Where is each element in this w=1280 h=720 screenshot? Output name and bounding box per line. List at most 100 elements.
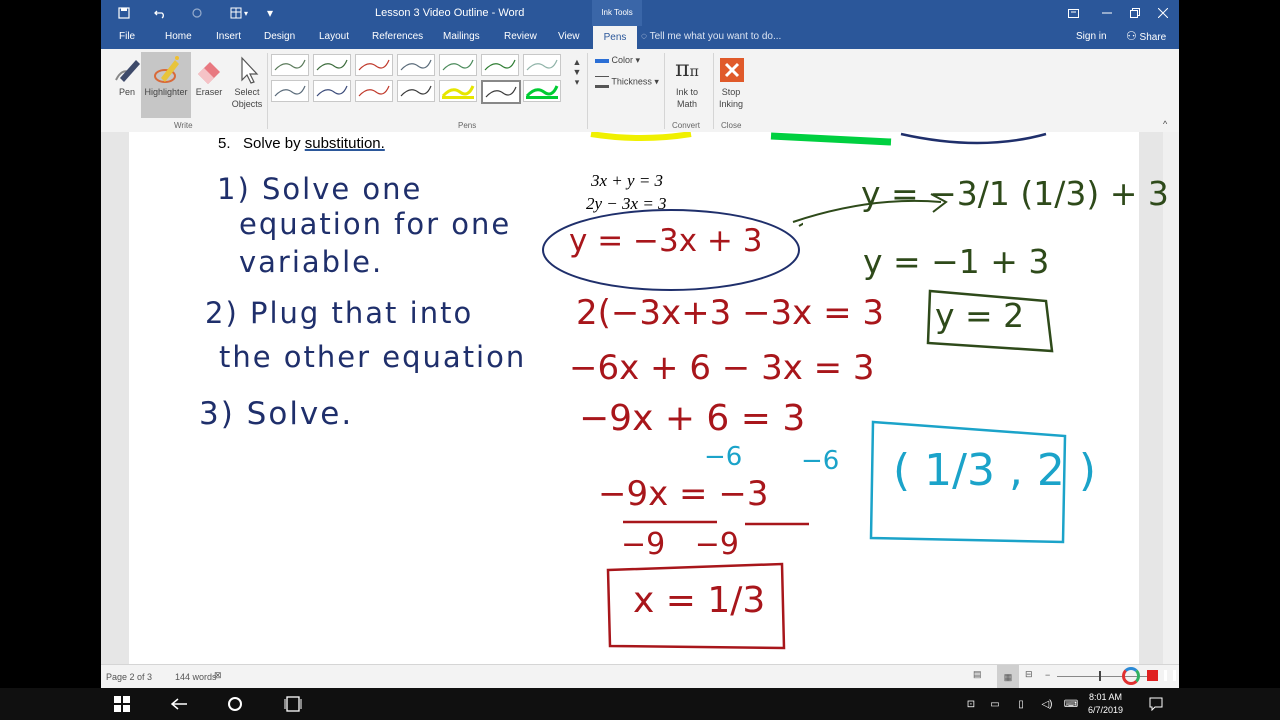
- zoom-out-icon[interactable]: −: [1045, 670, 1050, 680]
- share-button[interactable]: ⚇ Share: [1126, 29, 1166, 43]
- windows-taskbar: ⊡ ▭ ▯ ◁) ⌨ 8:01 AM 6/7/2019: [0, 688, 1280, 720]
- web-layout-icon[interactable]: ⊟: [1025, 669, 1033, 680]
- page-count[interactable]: Page 2 of 3: [106, 672, 152, 682]
- divide-denominators: −9 −9: [621, 527, 739, 562]
- qat-customize-icon[interactable]: ▾: [261, 4, 279, 22]
- tab-view[interactable]: View: [558, 31, 580, 42]
- word-window: ▾ ▾ Lesson 3 Video Outline - Word Ink To…: [101, 0, 1179, 688]
- ribbon-display-icon[interactable]: [1057, 0, 1089, 26]
- keyboard-icon[interactable]: ⌨: [1058, 692, 1084, 716]
- tab-home[interactable]: Home: [165, 31, 192, 42]
- tab-design[interactable]: Design: [264, 31, 295, 42]
- ink-strokes-top: [590, 132, 1047, 146]
- redo-icon[interactable]: [188, 4, 206, 22]
- question-keyword: substitution.: [304, 135, 385, 152]
- gallery-more-icon[interactable]: ▲ ▼ ▾: [571, 57, 583, 103]
- close-icon[interactable]: [1147, 0, 1179, 26]
- ink-to-math-label-2: Math: [676, 99, 697, 109]
- tab-insert[interactable]: Insert: [216, 31, 241, 42]
- tablet-mode-icon[interactable]: ⊡: [958, 692, 984, 716]
- record-stop-icon[interactable]: [1147, 670, 1158, 681]
- system-clock[interactable]: 8:01 AM 6/7/2019: [1088, 691, 1123, 717]
- pen-stroke-icon: [526, 59, 558, 71]
- equation-1-text: 3x + y = 3: [591, 171, 664, 190]
- color-label: Color: [611, 55, 634, 65]
- close-group-label: Close: [721, 121, 742, 130]
- write-group-label: Write: [174, 121, 193, 130]
- pen-swatch[interactable]: [481, 54, 519, 76]
- pen-swatch[interactable]: [439, 54, 477, 76]
- solution-pair: ( 1/3 , 2 ): [893, 445, 1097, 496]
- task-view-icon[interactable]: [280, 692, 306, 716]
- thickness-button[interactable]: Thickness ▾: [595, 76, 659, 88]
- tab-review[interactable]: Review: [504, 31, 537, 42]
- share-label: Share: [1139, 32, 1167, 43]
- tab-references[interactable]: References: [372, 31, 423, 42]
- pen-swatch[interactable]: [313, 80, 351, 102]
- y-work-line-2: y = −1 + 3: [863, 242, 1050, 281]
- title-bar: ▾ ▾ Lesson 3 Video Outline - Word Ink To…: [101, 0, 1179, 26]
- table-icon[interactable]: ▾: [225, 4, 253, 22]
- pen-swatch[interactable]: [523, 80, 561, 102]
- read-mode-icon[interactable]: ▤: [973, 669, 982, 680]
- ribbon-separator: [587, 53, 588, 129]
- volume-icon[interactable]: ◁): [1034, 692, 1060, 716]
- ribbon-pens: Pen Highlighter Eraser Select Objects Wr…: [101, 49, 1179, 133]
- recorder-logo-icon[interactable]: [1122, 667, 1140, 685]
- stop-inking-label-2: Inking: [718, 99, 744, 109]
- tab-layout[interactable]: Layout: [319, 31, 349, 42]
- windows-start-icon[interactable]: [109, 692, 135, 716]
- pens-group-label: Pens: [458, 121, 477, 130]
- collapse-ribbon-icon[interactable]: ^: [1163, 119, 1167, 129]
- pen-swatch[interactable]: [271, 54, 309, 76]
- select-label-2: Objects: [231, 99, 263, 109]
- undo-icon[interactable]: [151, 4, 169, 22]
- color-button[interactable]: Color ▾: [595, 55, 640, 66]
- window-title: Lesson 3 Video Outline - Word: [375, 7, 525, 19]
- ink-to-math-button[interactable]: ππ Ink to Math: [663, 52, 711, 118]
- pen-swatch[interactable]: [313, 54, 351, 76]
- work-line-1: 2(−3x+3 −3x = 3: [576, 293, 885, 333]
- pen-swatch[interactable]: [355, 80, 393, 102]
- work-line-2: −6x + 6 − 3x = 3: [569, 348, 875, 388]
- tab-mailings[interactable]: Mailings: [443, 31, 480, 42]
- pen-stroke-icon: [485, 86, 517, 98]
- select-objects-button[interactable]: Select Objects: [223, 52, 271, 118]
- pen-swatch[interactable]: [271, 80, 309, 102]
- tab-file[interactable]: File: [119, 31, 135, 42]
- stop-inking-button[interactable]: Stop Inking: [707, 52, 755, 118]
- pen-swatch[interactable]: [397, 54, 435, 76]
- convert-group-label: Convert: [672, 121, 701, 130]
- word-count[interactable]: 144 words: [175, 672, 217, 682]
- pen-stroke-icon: [400, 85, 432, 97]
- save-icon[interactable]: [115, 4, 133, 22]
- pen-swatch[interactable]: [355, 54, 393, 76]
- tell-me-search[interactable]: ◌ Tell me what you want to do...: [641, 31, 781, 42]
- person-icon: ⚇: [1126, 29, 1137, 43]
- pen-swatch[interactable]: [439, 80, 477, 102]
- pen-stroke-icon: [274, 59, 306, 71]
- lightbulb-icon: ◌: [641, 31, 647, 42]
- pen-swatch[interactable]: [397, 80, 435, 102]
- step-1-line-1: 1) Solve one: [217, 172, 423, 206]
- sign-in-link[interactable]: Sign in: [1076, 31, 1107, 42]
- cortana-icon[interactable]: [222, 692, 248, 716]
- action-center-icon[interactable]: [1143, 692, 1169, 716]
- stop-inking-icon: [720, 58, 744, 82]
- tab-pens[interactable]: Pens: [593, 26, 637, 49]
- pen-stroke-icon: [442, 59, 474, 71]
- pen-stroke-icon: [316, 59, 348, 71]
- print-layout-icon[interactable]: ▦: [997, 665, 1019, 688]
- battery-icon[interactable]: ▯: [1008, 692, 1034, 716]
- highlighter-button[interactable]: Highlighter: [141, 52, 191, 118]
- network-icon[interactable]: ▭: [982, 692, 1008, 716]
- back-arrow-icon[interactable]: [166, 692, 192, 716]
- proofing-icon[interactable]: ⊠: [214, 670, 222, 681]
- record-pause-icon[interactable]: [1164, 670, 1176, 681]
- pen-swatch[interactable]: [523, 54, 561, 76]
- pen-swatch[interactable]: [481, 80, 521, 104]
- status-bar: Page 2 of 3 144 words ⊠ ▤ ▦ ⊟ −: [101, 664, 1179, 688]
- zoom-slider-thumb[interactable]: [1099, 671, 1101, 681]
- stop-inking-label-1: Stop: [721, 87, 741, 97]
- qat-customize-label: ▾: [266, 6, 274, 20]
